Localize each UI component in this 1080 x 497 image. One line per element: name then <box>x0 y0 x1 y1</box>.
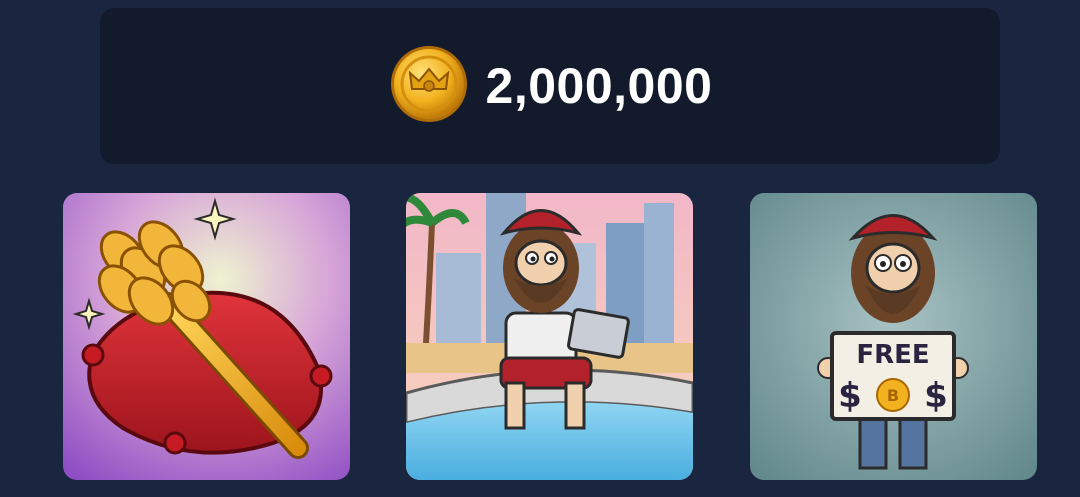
item-card-hobo-free-sign[interactable]: FREE $ B $ <box>750 193 1037 480</box>
item-card-toilet-brush[interactable] <box>63 193 350 480</box>
toilet-brush-on-pillow-image <box>63 193 350 480</box>
hobo-with-laptop-at-fountain-image <box>406 193 693 480</box>
sign-free-text: FREE <box>856 340 929 370</box>
hobo-holding-free-coin-sign-image: FREE $ B $ <box>750 193 1037 480</box>
balance-panel: 2,000,000 <box>100 8 1000 164</box>
sign-coin-letter: B <box>887 386 899 405</box>
sign-dollar-right: $ <box>924 376 948 416</box>
item-card-hobo-laptop[interactable] <box>406 193 693 480</box>
balance-amount: 2,000,000 <box>485 58 713 114</box>
coin-icon <box>388 43 470 130</box>
sign-dollar-left: $ <box>838 376 862 416</box>
